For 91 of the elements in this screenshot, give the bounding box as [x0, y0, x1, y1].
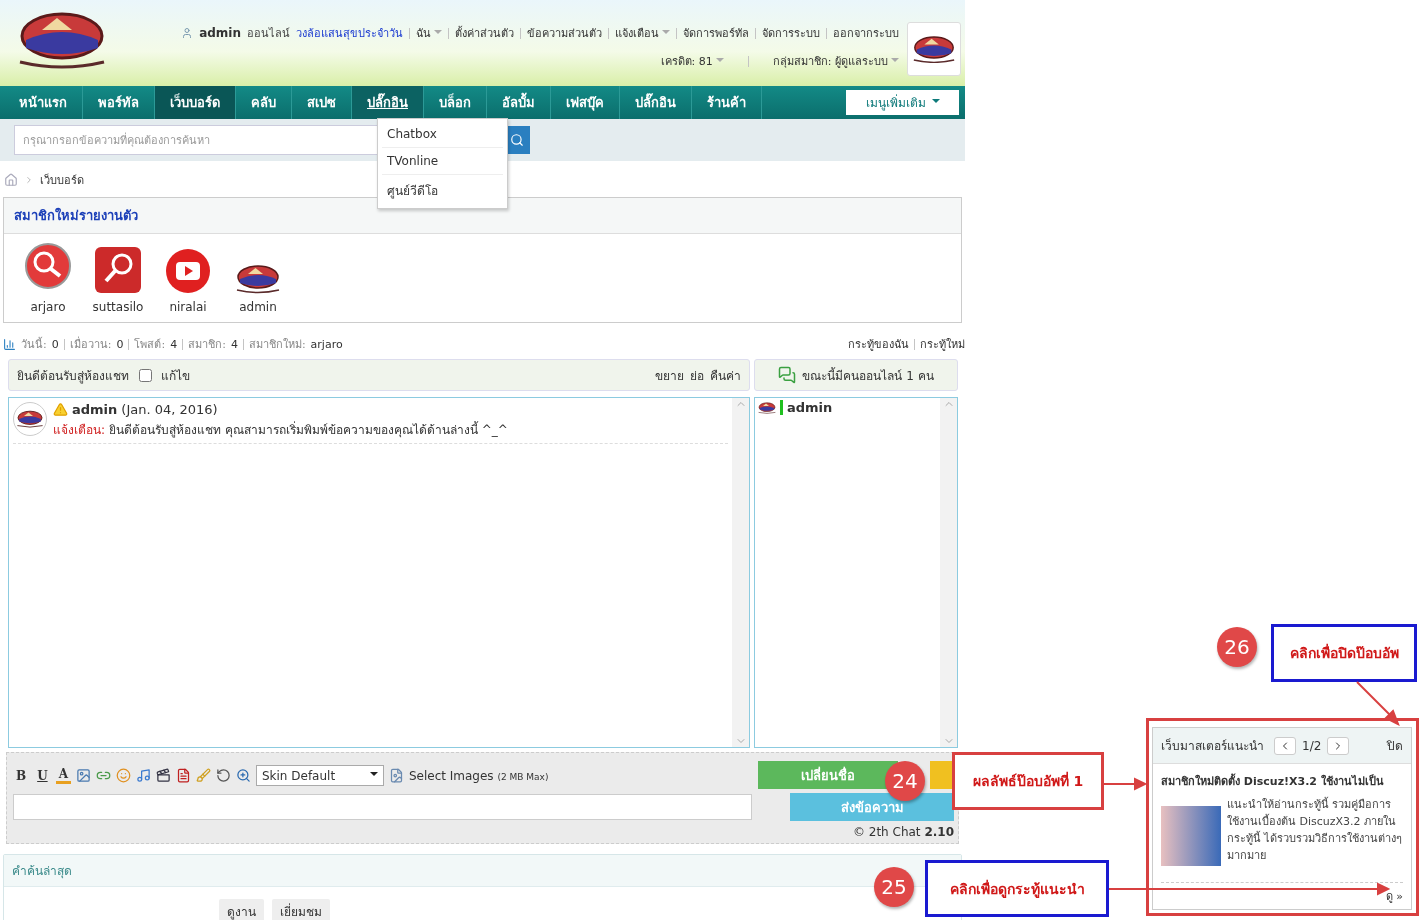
chat-credit: © 2th Chat 2.10 — [852, 825, 954, 839]
film-icon[interactable] — [155, 768, 171, 783]
stat-value: 0 — [51, 337, 59, 351]
nav-tab[interactable]: ปลั๊กอิน — [352, 86, 424, 119]
music-note-icon[interactable] — [135, 768, 151, 783]
online-count: ขณะนี้มีคนออนไลน์ 1 คน — [802, 366, 934, 385]
credit-link[interactable]: เครดิต: 81 — [660, 52, 724, 70]
thread-link[interactable]: กระทู้ใหม่ — [920, 335, 965, 353]
arrow — [1103, 777, 1148, 791]
panel-title: สมาชิกใหม่รายงานตัว — [4, 198, 961, 234]
member-name[interactable]: arjaro — [30, 300, 66, 314]
format-button[interactable]: A — [55, 767, 71, 784]
stat-value: 4 — [230, 337, 238, 351]
chat-bubbles-icon — [778, 366, 797, 384]
skin-select[interactable]: Skin Default — [255, 765, 384, 786]
message-text: ยินดีต้อนรับสู่ห้องแชท คุณสามารถเริ่มพิมพ์ข้อความของคุณได้ด้านล่างนี้ ^_^ — [109, 420, 508, 439]
edit-label: แก้ไข — [161, 367, 190, 385]
notice-label: แจ้งเตือน: — [53, 422, 106, 439]
header-link[interactable]: ฉัน — [416, 24, 442, 42]
size-link[interactable]: ขยาย — [655, 365, 684, 385]
thread-link[interactable]: กระทู้ของฉัน — [848, 335, 909, 353]
edit-checkbox[interactable] — [139, 368, 152, 382]
stat-label: สมาชิกใหม่: — [248, 337, 306, 353]
step-number-badge: 25 — [874, 867, 914, 907]
search-icon — [510, 133, 524, 147]
logo-drawing — [757, 401, 777, 414]
view-link[interactable]: ดู » — [1385, 890, 1403, 903]
arrow — [1356, 681, 1400, 727]
header-link[interactable]: จัดการระบบ — [762, 24, 820, 42]
size-link[interactable]: คืนค่า — [710, 365, 741, 385]
smiley-icon[interactable] — [115, 768, 131, 783]
member-name[interactable]: niralai — [169, 300, 207, 314]
home-icon[interactable] — [4, 173, 18, 187]
welcome-text: ยินดีต้อนรับสู่ห้องแชท — [17, 367, 129, 385]
select-images-link[interactable]: Select Images (2 MB Max) — [408, 768, 549, 783]
magnifier-icon — [94, 246, 142, 294]
message-date: (Jan. 04, 2016) — [121, 402, 218, 417]
username-link[interactable]: admin — [199, 26, 241, 40]
callout-box: ผลลัพธ์ป๊อบอัพที่ 1 — [952, 752, 1104, 810]
chevron-icon — [24, 175, 34, 185]
online-user[interactable]: admin — [780, 400, 833, 415]
stat-value: 4 — [170, 337, 178, 351]
size-link[interactable]: ย่อ — [690, 365, 704, 385]
user-icon — [181, 27, 194, 39]
message-field[interactable] — [13, 794, 752, 820]
format-button[interactable]: U — [34, 768, 51, 783]
play-logo-icon — [165, 248, 211, 294]
stat-label: สมาชิก: — [188, 337, 226, 353]
more-menu-button[interactable]: เมนูเพิ่มเติม — [846, 90, 959, 115]
header-link[interactable]: ข้อความส่วนตัว — [527, 24, 602, 42]
stat-label: โพสต์: — [134, 337, 166, 353]
message-author: admin — [72, 402, 118, 417]
warning-icon — [53, 402, 68, 417]
search-tag[interactable]: ดูงาน — [219, 899, 264, 920]
search-tag[interactable]: เยี่ยมชม — [272, 899, 330, 920]
popup-text: แนะนำให้อ่านกระทู้นี้ รวมคู่มือการใช้งานเบื้องต้น DiscuzX3.2 ภายในกระทู้นี้ ได้รวบรวมวิธีการใช้งานต่างๆ มากมาย — [1227, 796, 1403, 864]
popup-title: เว็บมาสเตอร์แนะนำ — [1161, 737, 1264, 755]
menu-item[interactable]: Chatbox — [382, 121, 503, 148]
member-name[interactable]: admin — [239, 300, 277, 314]
daily-link[interactable]: วงล้อแสนสุขประจำวัน — [296, 24, 403, 42]
close-link[interactable]: ปิด — [1387, 736, 1403, 755]
logo-drawing — [15, 410, 45, 428]
step-number-badge: 26 — [1217, 627, 1257, 667]
header-link[interactable]: จัดการพอร์ทัล — [683, 24, 749, 42]
book-cover-image — [1161, 806, 1221, 866]
status-text: ออนไลน์ — [247, 26, 290, 42]
popup-headline[interactable]: สมาชิกใหม่ติดตั้ง Discuz!X3.2 ใช้งานไม่เป็น — [1161, 772, 1403, 790]
zoom-icon[interactable] — [235, 768, 251, 783]
stat-label: วันนี้: — [21, 336, 47, 353]
next-button[interactable] — [1327, 736, 1350, 755]
previous-button[interactable] — [1274, 736, 1296, 755]
nav-tab[interactable]: เว็บบอร์ด — [155, 86, 236, 119]
header-link[interactable]: ตั้งค่าส่วนตัว — [455, 24, 514, 42]
format-button[interactable]: B — [13, 768, 30, 783]
menu-item[interactable]: TVonline — [382, 148, 503, 175]
breadcrumb-link[interactable]: เว็บบอร์ด — [40, 171, 84, 189]
image-icon[interactable] — [75, 768, 91, 783]
stat-value: 0 — [116, 337, 124, 351]
callout-box: คลิกเพื่อปิดป๊อบอัพ — [1271, 624, 1417, 682]
page-indicator: 1/2 — [1302, 738, 1322, 753]
header-link[interactable]: แจ้งเตือน — [615, 24, 670, 42]
file-icon — [388, 768, 404, 783]
header-link[interactable]: ออกจากระบบ — [833, 24, 899, 42]
stat-value: arjaro — [310, 337, 343, 351]
stats-icon — [3, 337, 16, 351]
member-group-link[interactable]: กลุ่มสมาชิก: ผู้ดูแลระบบ — [772, 52, 899, 70]
stat-label: เมื่อวาน: — [69, 335, 112, 353]
callout-box: คลิกเพื่อดูกระทู้แนะนำ — [925, 860, 1109, 917]
document-icon[interactable] — [175, 768, 191, 783]
undo-icon[interactable] — [215, 768, 231, 783]
member-name[interactable]: suttasilo — [92, 300, 144, 314]
